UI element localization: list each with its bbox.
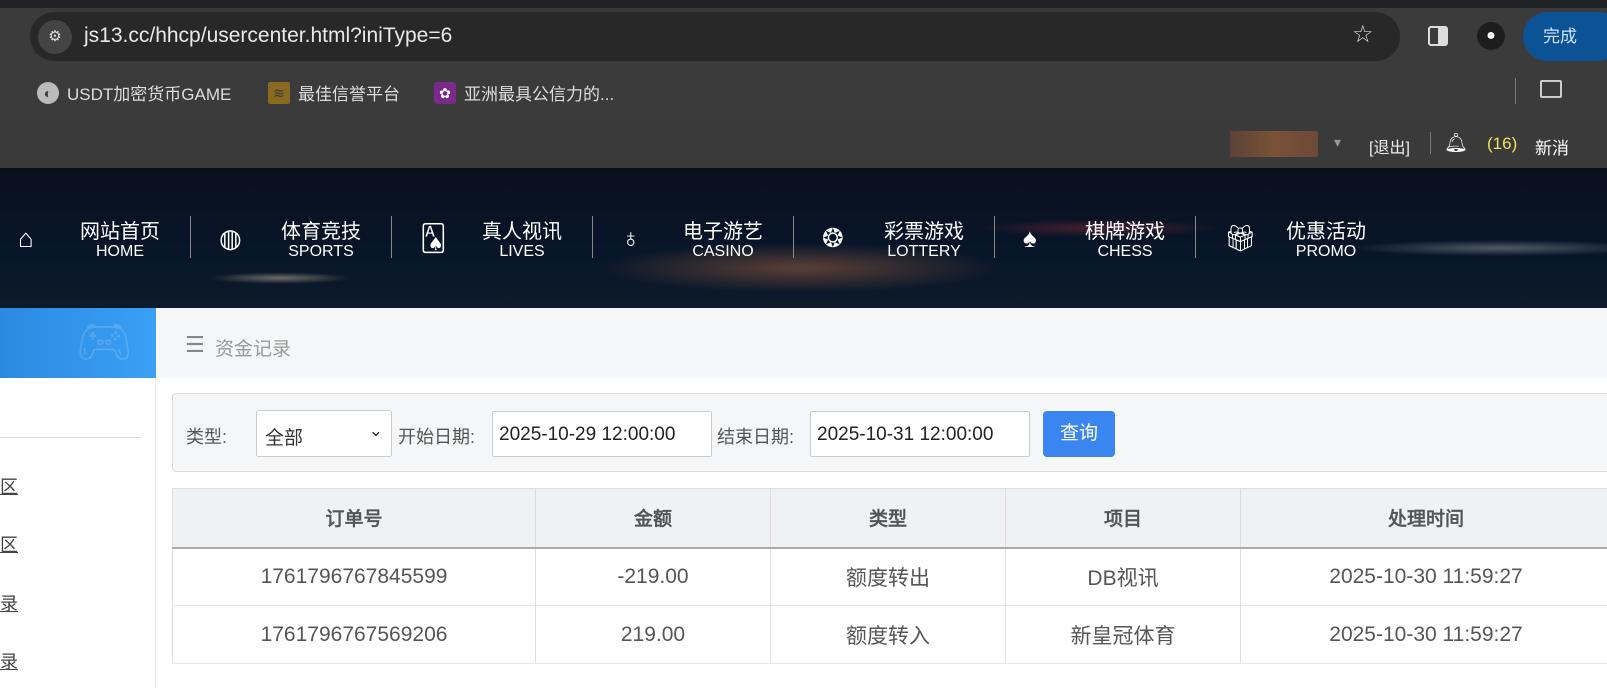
column-header: 处理时间 [1240, 488, 1607, 549]
start-date-input[interactable]: 2025-10-29 12:00:00 [492, 411, 712, 457]
table-cell: 2025-10-30 11:59:27 [1240, 605, 1607, 664]
gift-icon: 🎁︎ [1224, 223, 1258, 253]
bookmark-label: USDT加密货币GAME [67, 85, 232, 104]
site-info-icon[interactable]: ⚙ [38, 20, 72, 54]
home-icon: ⌂ [18, 223, 34, 253]
bookmark-item[interactable]: ≋ 最佳信誉平台 [268, 80, 400, 105]
nav-item-promo[interactable]: 🎁︎ 优惠活动 PROMO [1206, 215, 1407, 265]
sidebar-item[interactable]: 录 [0, 590, 18, 616]
divider [1515, 78, 1516, 104]
sidebar-item[interactable]: 录 [0, 648, 18, 674]
side-panel-icon[interactable] [1428, 26, 1448, 46]
site-logo-icon: ≋ [268, 81, 290, 104]
table-cell: -219.00 [535, 547, 771, 606]
nav-label-zh: 网站首页 [80, 221, 160, 243]
nav-item-sports[interactable]: ◍ 体育竞技 SPORTS [201, 215, 402, 265]
spade-icon: ♠ [1023, 223, 1037, 253]
nav-label-en: LIVES [499, 243, 545, 260]
nav-divider [391, 216, 392, 258]
table-cell: DB视讯 [1005, 547, 1241, 606]
end-date-label: 结束日期: [717, 427, 795, 447]
nav-label-en: CASINO [692, 243, 754, 260]
nav-label-en: PROMO [1295, 243, 1357, 260]
nav-label-zh: 棋牌游戏 [1085, 221, 1165, 243]
table-row: 1761796767845599 -219.00 额度转出 DB视讯 2025-10-3… [172, 547, 1607, 606]
breadcrumb-bar [157, 308, 1607, 378]
bell-icon[interactable]: 🔔︎ [1444, 131, 1468, 155]
menu-icon: ☰ [185, 332, 205, 357]
nav-item-lives[interactable]: 🂡 真人视讯 LIVES [402, 215, 603, 265]
nav-label-zh: 彩票游戏 [884, 221, 964, 243]
column-header: 类型 [770, 488, 1006, 549]
globe-icon: ◐ [37, 81, 59, 104]
sidebar-item[interactable]: 区 [0, 473, 18, 499]
nav-label-en: LOTTERY [887, 243, 961, 260]
nav-divider [994, 216, 995, 258]
caret-down-icon[interactable]: ▾ [1334, 134, 1341, 151]
nav-label-zh: 真人视讯 [482, 221, 562, 243]
profile-button[interactable]: 完成 [1523, 12, 1607, 61]
fund-records-table: 订单号 金额 类型 项目 处理时间 1761796767845599 -219.0… [172, 488, 1607, 664]
logout-link[interactable]: [退出] [1369, 134, 1410, 158]
sidebar-item[interactable]: 区 [0, 531, 18, 557]
table-cell: 额度转入 [770, 605, 1006, 664]
nav-label-zh: 优惠活动 [1286, 221, 1366, 243]
ball-icon: ◍ [219, 223, 242, 253]
roulette-icon: ♁ [621, 223, 641, 253]
nav-item-lottery[interactable]: ❂ 彩票游戏 LOTTERY [804, 215, 1005, 265]
sidebar-header: 🎮︎ [0, 308, 156, 378]
table-header-row: 订单号 金额 类型 项目 处理时间 [172, 488, 1607, 549]
table-cell: 219.00 [535, 605, 771, 664]
bookmark-item[interactable]: ◐ USDT加密货币GAME [37, 80, 231, 105]
nav-label-zh: 体育竞技 [281, 221, 361, 243]
page-title: 资金记录 [215, 339, 292, 360]
table-cell: 额度转出 [770, 547, 1006, 606]
url-text[interactable]: js13.cc/hhcp/usercenter.html?iniType=6 [84, 24, 452, 48]
column-header: 金额 [535, 488, 771, 549]
nav-label-en: CHESS [1097, 243, 1153, 260]
type-label: 类型: [186, 427, 228, 447]
nav-divider [793, 216, 794, 258]
profile-icon[interactable]: ● [1477, 22, 1505, 50]
type-select[interactable]: 全部 ⌄ [256, 410, 392, 457]
cards-icon: 🂡 [420, 223, 447, 253]
table-cell: 新皇冠体育 [1005, 605, 1241, 664]
nav-divider [190, 216, 191, 258]
end-date-input[interactable]: 2025-10-31 12:00:00 [810, 411, 1030, 457]
tab-strip [0, 0, 1607, 8]
divider [0, 437, 141, 438]
start-date-label: 开始日期: [398, 427, 476, 447]
nav-label-zh: 电子游艺 [683, 221, 763, 243]
username-redacted [1230, 131, 1318, 157]
divider [1430, 132, 1431, 154]
type-select-value: 全部 [265, 428, 304, 449]
table-cell: 1761796767845599 [172, 547, 536, 606]
nav-divider [1195, 216, 1196, 258]
message-count[interactable]: (16) [1487, 134, 1517, 154]
folder-icon[interactable] [1540, 80, 1562, 98]
chevron-down-icon: ⌄ [368, 421, 383, 440]
bookmark-item[interactable]: ✿ 亚洲最具公信力的... [434, 80, 614, 105]
query-button[interactable]: 查询 [1043, 411, 1115, 457]
table-cell: 1761796767569206 [172, 605, 536, 664]
nav-divider [592, 216, 593, 258]
nav-item-chess[interactable]: ♠ 棋牌游戏 CHESS [1005, 215, 1206, 265]
message-link[interactable]: 新消 [1535, 134, 1569, 159]
column-header: 项目 [1005, 488, 1241, 549]
bookmark-star-icon[interactable]: ☆ [1352, 20, 1374, 49]
bookmark-label: 亚洲最具公信力的... [464, 85, 615, 104]
nav-item-home[interactable]: ⌂ 网站首页 HOME [0, 215, 201, 265]
bookmarks-bar [0, 68, 1607, 118]
flower-logo-icon: ✿ [434, 81, 456, 104]
table-row: 1761796767569206 219.00 额度转入 新皇冠体育 2025-10-3… [172, 605, 1607, 664]
gamepad-icon: 🎮︎ [75, 315, 134, 367]
nav-item-casino[interactable]: ♁ 电子游艺 CASINO [603, 215, 804, 265]
nav-label-en: HOME [96, 243, 144, 260]
column-header: 订单号 [172, 488, 536, 549]
bookmark-label: 最佳信誉平台 [298, 85, 400, 104]
site-top-bar [0, 118, 1607, 168]
lottery-balls-icon: ❂ [822, 223, 844, 253]
table-cell: 2025-10-30 11:59:27 [1240, 547, 1607, 606]
nav-label-en: SPORTS [288, 243, 354, 260]
